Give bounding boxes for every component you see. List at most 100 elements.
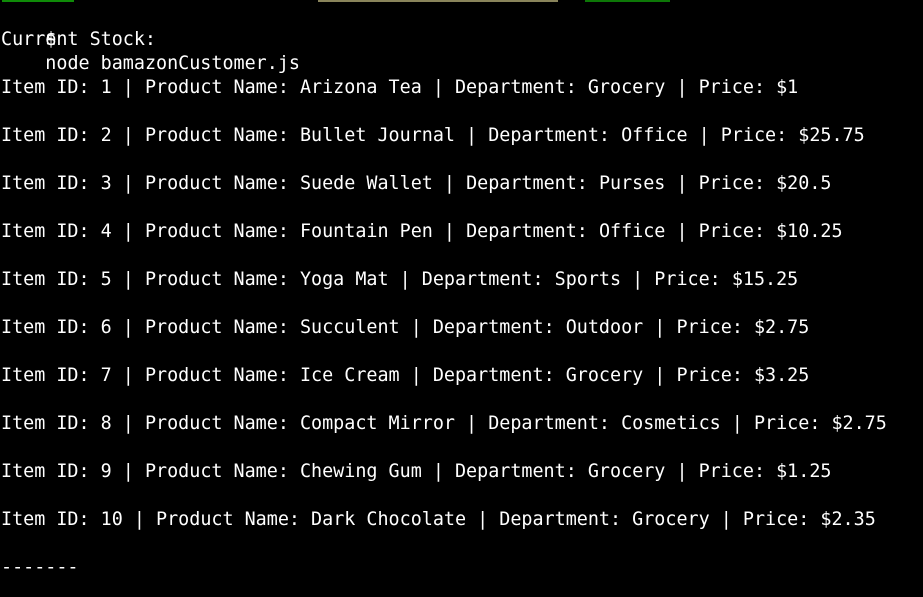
item-id-label: Item ID: (1, 317, 101, 338)
price-value: $1.25 (776, 461, 832, 482)
product-name-label: Product Name: (144, 413, 300, 434)
divider: | (111, 461, 145, 482)
item-id-label: Item ID: (1, 173, 101, 194)
divider: | (665, 461, 699, 482)
department-value: Purses (598, 173, 666, 194)
product-name-value: Suede Wallet (299, 173, 433, 194)
divider: | (432, 221, 467, 242)
price-value: $15.25 (731, 269, 799, 290)
stock-item-row: Item ID: 10 | Product Name: Dark Chocola… (1, 508, 876, 532)
price-label: Price: (698, 221, 777, 242)
product-name-label: Product Name: (144, 317, 300, 338)
divider: | (454, 413, 489, 434)
product-name-label: Product Name: (144, 173, 300, 194)
department-value: Office (598, 221, 666, 242)
divider: | (421, 77, 455, 98)
item-id-value: 6 (100, 317, 112, 338)
product-name-value: Succulent (299, 317, 400, 338)
stock-item-row: Item ID: 7 | Product Name: Ice Cream | D… (1, 364, 809, 388)
separator-line: ------- (1, 557, 79, 578)
divider: | (111, 77, 145, 98)
department-value: Grocery (632, 509, 710, 530)
stock-item-row: Item ID: 4 | Product Name: Fountain Pen … (1, 220, 843, 244)
divider: | (621, 269, 655, 290)
divider: | (687, 125, 721, 146)
department-label: Department: (432, 365, 566, 386)
divider: | (421, 461, 455, 482)
product-name-value: Arizona Tea (299, 77, 422, 98)
price-value: $2.35 (820, 509, 876, 530)
price-label: Price: (676, 365, 754, 386)
price-value: $2.75 (831, 413, 887, 434)
price-label: Price: (654, 269, 732, 290)
divider: | (643, 365, 677, 386)
department-value: Grocery (587, 77, 666, 98)
price-label: Price: (753, 413, 832, 434)
item-id-label: Item ID: (1, 509, 101, 530)
clipped-prompt-fragment-path (318, 0, 558, 2)
product-name-label: Product Name: (144, 269, 300, 290)
product-name-label: Product Name: (144, 221, 300, 242)
product-name-value: Fountain Pen (299, 221, 433, 242)
product-name-value: Chewing Gum (299, 461, 422, 482)
product-name-value: Dark Chocolate (311, 509, 467, 530)
item-id-label: Item ID: (1, 221, 101, 242)
item-id-label: Item ID: (1, 77, 101, 98)
divider: | (111, 221, 145, 242)
department-label: Department: (466, 221, 599, 242)
price-label: Price: (720, 125, 799, 146)
divider: | (466, 509, 500, 530)
price-label: Price: (698, 461, 777, 482)
product-name-value: Compact Mirror (299, 413, 455, 434)
price-value: $1 (776, 77, 799, 98)
stock-item-row: Item ID: 1 | Product Name: Arizona Tea |… (1, 76, 798, 100)
command-line: $ node bamazonCustomer.js (1, 4, 300, 74)
divider: | (399, 317, 433, 338)
item-id-label: Item ID: (1, 269, 101, 290)
divider: | (720, 413, 754, 434)
item-id-value: 8 (100, 413, 112, 434)
price-value: $25.75 (798, 125, 865, 146)
item-id-value: 10 (100, 509, 123, 530)
divider: | (111, 173, 145, 194)
terminal-window[interactable]: $ node bamazonCustomer.js Current Stock:… (0, 0, 923, 597)
divider: | (399, 365, 433, 386)
price-value: $3.25 (753, 365, 810, 386)
item-id-value: 4 (100, 221, 112, 242)
product-name-label: Product Name: (144, 365, 300, 386)
command-text: node bamazonCustomer.js (45, 53, 300, 74)
product-name-label: Product Name: (156, 509, 312, 530)
price-label: Price: (676, 317, 754, 338)
item-id-value: 7 (100, 365, 112, 386)
divider: | (665, 173, 699, 194)
clipped-prompt-fragment-branch (585, 0, 670, 2)
stock-item-row: Item ID: 2 | Product Name: Bullet Journa… (1, 124, 865, 148)
department-value: Outdoor (565, 317, 644, 338)
divider: | (111, 269, 145, 290)
department-label: Department: (432, 317, 566, 338)
price-label: Price: (698, 77, 777, 98)
department-label: Department: (488, 125, 622, 146)
department-label: Department: (454, 77, 588, 98)
divider: | (432, 173, 467, 194)
department-value: Cosmetics (621, 413, 721, 434)
stock-item-row: Item ID: 3 | Product Name: Suede Wallet … (1, 172, 831, 196)
product-name-value: Ice Cream (299, 365, 400, 386)
stock-item-row: Item ID: 8 | Product Name: Compact Mirro… (1, 412, 887, 436)
divider: | (111, 317, 145, 338)
divider: | (122, 509, 157, 530)
product-name-label: Product Name: (144, 77, 300, 98)
price-value: $2.75 (753, 317, 810, 338)
divider: | (665, 77, 699, 98)
department-label: Department: (421, 269, 555, 290)
price-label: Price: (698, 173, 777, 194)
divider: | (709, 509, 743, 530)
stock-item-row: Item ID: 9 | Product Name: Chewing Gum |… (1, 460, 831, 484)
item-id-label: Item ID: (1, 461, 101, 482)
price-value: $10.25 (776, 221, 843, 242)
department-value: Sports (554, 269, 622, 290)
clipped-prompt-fragment-user (2, 0, 74, 2)
price-label: Price: (742, 509, 821, 530)
divider: | (665, 221, 699, 242)
department-label: Department: (454, 461, 588, 482)
